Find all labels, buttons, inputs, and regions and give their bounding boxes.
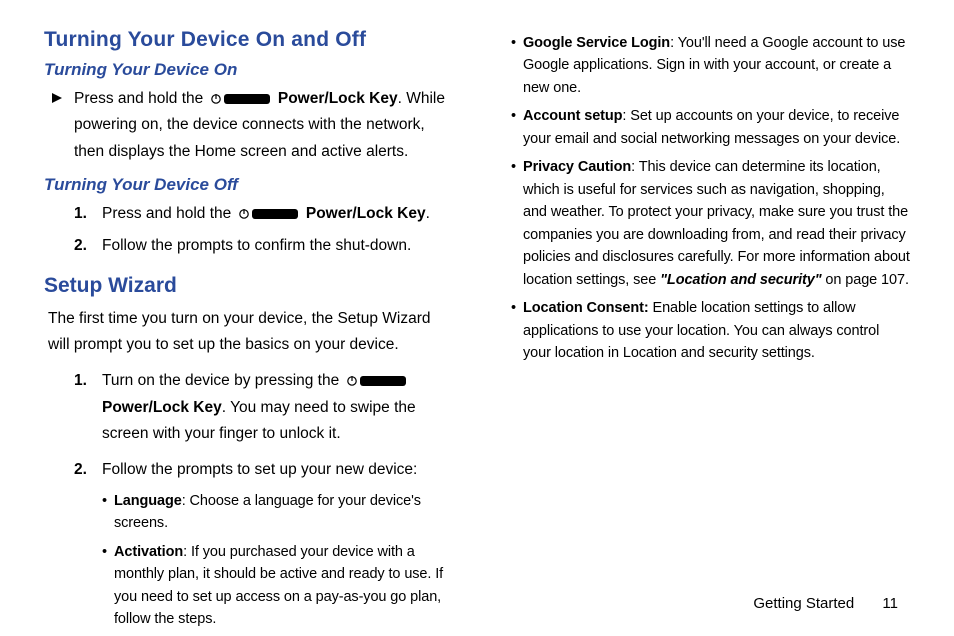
- key-label: Power/Lock Key: [306, 205, 426, 222]
- bullet-label: Privacy Caution: [523, 159, 631, 175]
- step-number: 2.: [74, 457, 87, 483]
- column-left: Turning Your Device On and Off Turning Y…: [44, 28, 453, 568]
- bullet-icon: •: [511, 297, 516, 319]
- bullet-location-consent: • Location Consent: Enable location sett…: [501, 297, 910, 364]
- bullet-google-login: • Google Service Login: You'll need a Go…: [501, 32, 910, 99]
- power-key-icon: [346, 374, 408, 388]
- bullet-icon: •: [511, 32, 516, 54]
- subheading-turning-on: Turning Your Device On: [44, 60, 453, 80]
- setup-wizard-intro: The first time you turn on your device, …: [44, 306, 453, 359]
- key-label: Power/Lock Key: [278, 90, 398, 107]
- bullet-text: : This device can determine its location…: [523, 159, 910, 287]
- cross-reference: "Location and security": [660, 272, 821, 288]
- bullet-label: Account setup: [523, 108, 622, 124]
- bullet-text: on page 107.: [821, 272, 908, 288]
- key-label: Power/Lock Key: [102, 399, 222, 416]
- triangle-icon: [50, 89, 64, 113]
- bullet-label: Activation: [114, 544, 183, 560]
- text: Follow the prompts to confirm the shut-d…: [102, 237, 411, 254]
- step-off-1: 1. Press and hold the Power/Lock Key.: [44, 201, 453, 227]
- bullet-label: Google Service Login: [523, 35, 670, 51]
- column-right: • Google Service Login: You'll need a Go…: [501, 28, 910, 568]
- step-setup-1: 1. Turn on the device by pressing the Po…: [44, 368, 453, 447]
- text: Press and hold the: [74, 90, 208, 107]
- bullet-account-setup: • Account setup: Set up accounts on your…: [501, 105, 910, 150]
- step-number: 1.: [74, 368, 87, 394]
- bullet-icon: •: [511, 156, 516, 178]
- bullet-icon: •: [511, 105, 516, 127]
- instruction-power-on: Press and hold the Power/Lock Key. While…: [44, 86, 453, 165]
- power-key-icon: [210, 92, 272, 106]
- bullet-language: • Language: Choose a language for your d…: [44, 490, 453, 535]
- page-number: 11: [882, 595, 898, 612]
- text: .: [426, 205, 430, 222]
- page-footer: Getting Started 11: [753, 595, 898, 612]
- bullet-activation: • Activation: If you purchased your devi…: [44, 541, 453, 631]
- text: Turn on the device by pressing the: [102, 372, 344, 389]
- power-key-icon: [238, 207, 300, 221]
- step-number: 1.: [74, 201, 87, 227]
- bullet-privacy-caution: • Privacy Caution: This device can deter…: [501, 156, 910, 291]
- bullet-label: Language: [114, 493, 182, 509]
- heading-turning-on-off: Turning Your Device On and Off: [44, 28, 453, 52]
- bullet-icon: •: [102, 490, 107, 512]
- section-name: Getting Started: [753, 595, 854, 612]
- subheading-turning-off: Turning Your Device Off: [44, 175, 453, 195]
- step-off-2: 2. Follow the prompts to confirm the shu…: [44, 233, 453, 259]
- text: Follow the prompts to set up your new de…: [102, 461, 417, 478]
- heading-setup-wizard: Setup Wizard: [44, 274, 453, 298]
- step-setup-2: 2. Follow the prompts to set up your new…: [44, 457, 453, 483]
- bullet-label: Location Consent:: [523, 300, 649, 316]
- bullet-icon: •: [102, 541, 107, 563]
- step-number: 2.: [74, 233, 87, 259]
- text: Press and hold the: [102, 205, 236, 222]
